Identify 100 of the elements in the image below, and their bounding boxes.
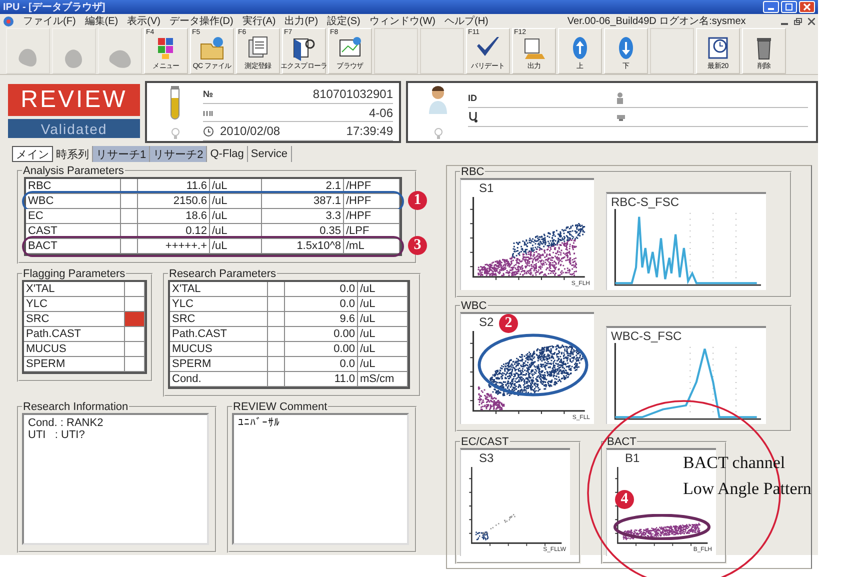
lightbulb-icon xyxy=(170,128,180,139)
table-cell xyxy=(121,209,138,224)
plot-label: WBC-S_FSC xyxy=(611,330,682,343)
table-cell xyxy=(268,342,285,357)
maximize-button[interactable] xyxy=(781,1,797,13)
tab[interactable]: リサーチ2 xyxy=(150,146,208,162)
table-cell: mS/cm xyxy=(358,372,408,387)
table-cell: EC xyxy=(26,209,121,224)
group-title: REVIEW Comment xyxy=(232,401,328,413)
table-cell: /uL xyxy=(210,209,262,224)
group-title: Flagging Parameters xyxy=(22,268,126,280)
lightbulb-icon xyxy=(434,128,442,139)
number-label: № xyxy=(203,88,214,99)
menu-item[interactable]: 出力(P) xyxy=(284,14,318,28)
group-title: EC/CAST xyxy=(460,436,510,448)
window-title: IPU - [データブラウザ] xyxy=(3,0,106,14)
doctor-avatar-icon xyxy=(428,86,448,114)
sample-time: 17:39:49 xyxy=(346,124,393,138)
table-cell: /uL xyxy=(358,357,408,372)
table-cell: YLC xyxy=(24,297,125,312)
table-cell: YLC xyxy=(170,297,268,312)
review-badge: REVIEW xyxy=(8,84,140,116)
annotation-number: 4 xyxy=(615,490,634,509)
sample-number: 810701032901 xyxy=(312,86,393,101)
table-cell xyxy=(268,297,285,312)
group-title: Research Parameters xyxy=(168,268,277,280)
menu-item[interactable]: 実行(A) xyxy=(242,14,276,28)
toolbar-slot xyxy=(374,28,418,74)
table-cell: /uL xyxy=(358,342,408,357)
tab[interactable]: メイン xyxy=(12,146,53,162)
folder-icon xyxy=(198,34,226,62)
annotation-number: 2 xyxy=(499,314,518,333)
text-area[interactable]: Cond. : RANK2 UTI : UTI? xyxy=(22,413,209,545)
menu-item[interactable]: 設定(S) xyxy=(327,14,360,28)
table-cell xyxy=(268,312,285,327)
table-cell: /uL xyxy=(358,297,408,312)
plot-label: RBC-S_FSC xyxy=(611,196,680,209)
minimize-button[interactable] xyxy=(763,1,779,13)
table-cell: 0.0 xyxy=(285,282,358,297)
table-cell: 0.00 xyxy=(285,327,358,342)
table-cell xyxy=(268,357,285,372)
menu-item[interactable]: ヘルプ(H) xyxy=(444,14,488,28)
rack-icon xyxy=(203,108,213,116)
group-title: BACT xyxy=(606,436,638,448)
table-cell: 9.6 xyxy=(285,312,358,327)
maximize-icon xyxy=(785,3,793,11)
table-cell: 0.0 xyxy=(285,357,358,372)
menu-item[interactable]: ファイル(F) xyxy=(23,14,76,28)
table-cell: 2150.6 xyxy=(138,194,210,209)
sample-date: 2010/02/08 xyxy=(220,124,280,138)
group-title: WBC xyxy=(460,300,488,312)
close-button[interactable] xyxy=(799,1,815,13)
table-cell: 3.3 xyxy=(262,209,344,224)
table-cell: Path.CAST xyxy=(170,327,268,342)
comment-field[interactable]: ﾕﾆﾊﾞｰｻﾙ xyxy=(232,413,409,545)
table-cell: SRC xyxy=(170,312,268,327)
table-cell xyxy=(121,194,138,209)
table-cell: /HPF xyxy=(344,209,400,224)
plot-label: S2 xyxy=(479,316,494,329)
table-cell: 18.6 xyxy=(138,209,210,224)
table-cell: MUCUS xyxy=(170,342,268,357)
plot-label: S3 xyxy=(479,452,494,465)
table-cell: SPERM xyxy=(24,357,125,372)
validated-badge: Validated xyxy=(8,119,140,138)
table-cell: WBC xyxy=(26,194,121,209)
table-cell: 387.1 xyxy=(262,194,344,209)
restore-icon[interactable] xyxy=(794,18,802,24)
table-cell: /HPF xyxy=(344,194,400,209)
clock-icon xyxy=(203,126,214,137)
table-cell: Path.CAST xyxy=(24,327,125,342)
table-cell: /uL xyxy=(358,282,408,297)
plot-label: S1 xyxy=(479,182,494,195)
menu-item[interactable]: データ操作(D) xyxy=(169,14,234,28)
rack-position: 4-06 xyxy=(368,106,393,120)
close-icon[interactable] xyxy=(808,18,815,24)
table-cell: 0.0 xyxy=(285,297,358,312)
version-text: Ver.00-06_Build49D ログオン名:sysmex xyxy=(567,15,746,28)
table-cell: SPERM xyxy=(170,357,268,372)
table-cell: /uL xyxy=(210,194,262,209)
table-cell: 1.5x10^8 xyxy=(262,239,344,254)
group-title: Analysis Parameters xyxy=(22,165,125,177)
toolbar-slot xyxy=(650,28,694,74)
table-cell: /uL xyxy=(358,327,408,342)
table-cell: 11.0 xyxy=(285,372,358,387)
table-cell: /mL xyxy=(344,239,400,254)
person-icon xyxy=(616,92,624,104)
app-icon xyxy=(3,16,14,26)
menu-item[interactable]: ウィンドウ(W) xyxy=(369,14,436,28)
table-cell: X'TAL xyxy=(170,282,268,297)
group-title: Research Information xyxy=(22,401,130,413)
menu-item[interactable]: 編集(E) xyxy=(84,14,118,28)
annotation-number: 3 xyxy=(408,236,427,255)
tab[interactable]: リサーチ1 xyxy=(93,146,150,162)
table-cell: X'TAL xyxy=(24,282,125,297)
toolbar-slot xyxy=(420,28,464,74)
table-cell: /uL xyxy=(210,239,262,254)
menu-item[interactable]: 表示(V) xyxy=(127,14,160,28)
stethoscope-icon xyxy=(468,111,478,123)
table-cell: Cond. xyxy=(170,372,268,387)
id-label: ID xyxy=(468,93,477,103)
